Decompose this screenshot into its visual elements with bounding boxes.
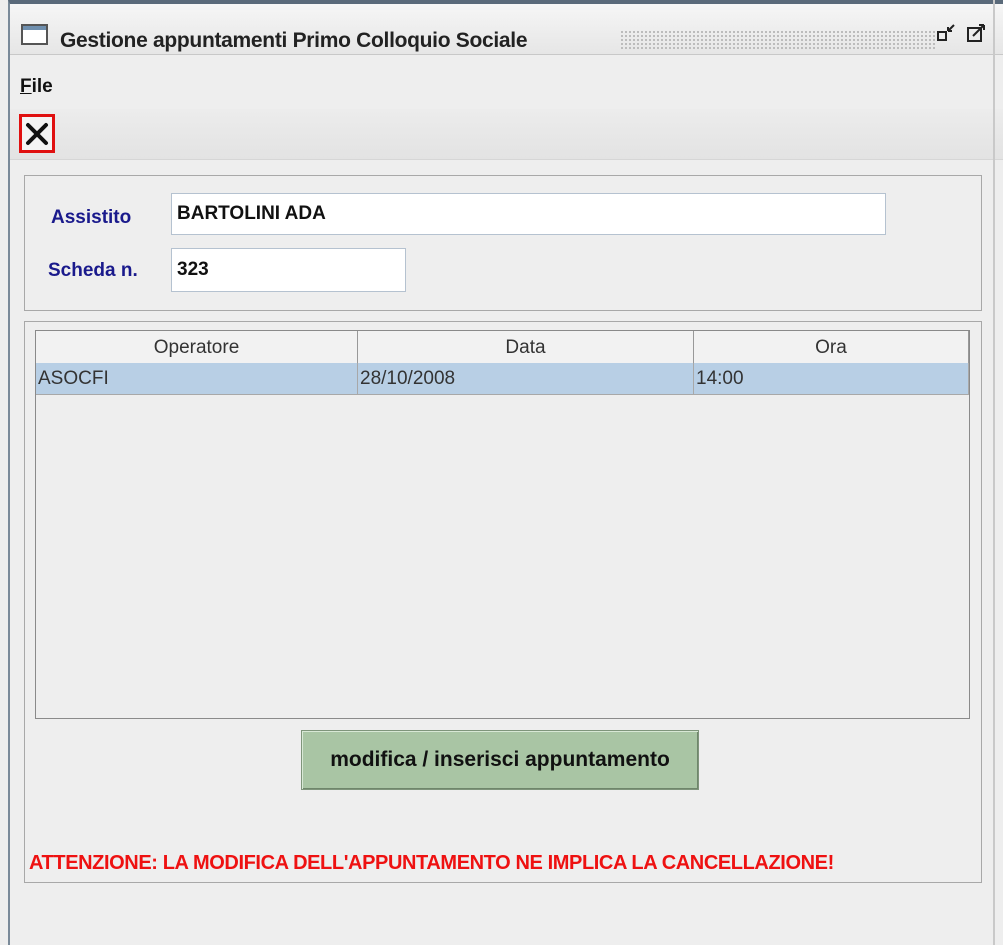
scheda-label: Scheda n. [48,260,138,281]
assistito-label: Assistito [51,207,132,228]
appointments-table[interactable]: Operatore Data Ora ASOCFI 28/10/2008 14:… [35,330,970,719]
maximize-icon[interactable] [965,22,987,46]
cell-operatore: ASOCFI [36,363,358,395]
warning-message: ATTENZIONE: LA MODIFICA DELL'APPUNTAMENT… [29,852,834,874]
edit-insert-appointment-button[interactable]: modifica / inserisci appuntamento [301,730,699,790]
window-right-border [993,0,995,945]
maximize-icon-svg [967,24,985,42]
scheda-field[interactable]: 323 [171,248,406,292]
iconify-icon-svg [937,24,955,41]
menu-file[interactable]: File [20,76,53,98]
menu-bar: File [10,66,1003,102]
column-header-ora[interactable]: Ora [694,331,969,363]
cell-ora: 14:00 [694,363,969,395]
table-header: Operatore Data Ora [36,331,969,364]
patient-info-panel: Assistito BARTOLINI ADA Scheda n. 323 [24,175,982,311]
appointments-panel: Operatore Data Ora ASOCFI 28/10/2008 14:… [24,321,982,883]
iconify-icon[interactable] [935,22,957,46]
app-window: Gestione appuntamenti Primo Colloquio So… [8,0,1003,945]
window-app-icon [21,24,48,45]
close-button[interactable] [19,114,55,153]
assistito-field[interactable]: BARTOLINI ADA [171,193,886,235]
table-row[interactable]: ASOCFI 28/10/2008 14:00 [36,363,969,395]
window-title: Gestione appuntamenti Primo Colloquio So… [60,29,528,52]
column-header-data[interactable]: Data [358,331,694,363]
cell-data: 28/10/2008 [358,363,694,395]
toolbar [10,109,1003,160]
close-x-icon [26,122,48,145]
title-bar[interactable]: Gestione appuntamenti Primo Colloquio So… [10,4,1003,55]
title-bar-grip[interactable] [620,30,935,50]
column-header-operatore[interactable]: Operatore [36,331,358,363]
